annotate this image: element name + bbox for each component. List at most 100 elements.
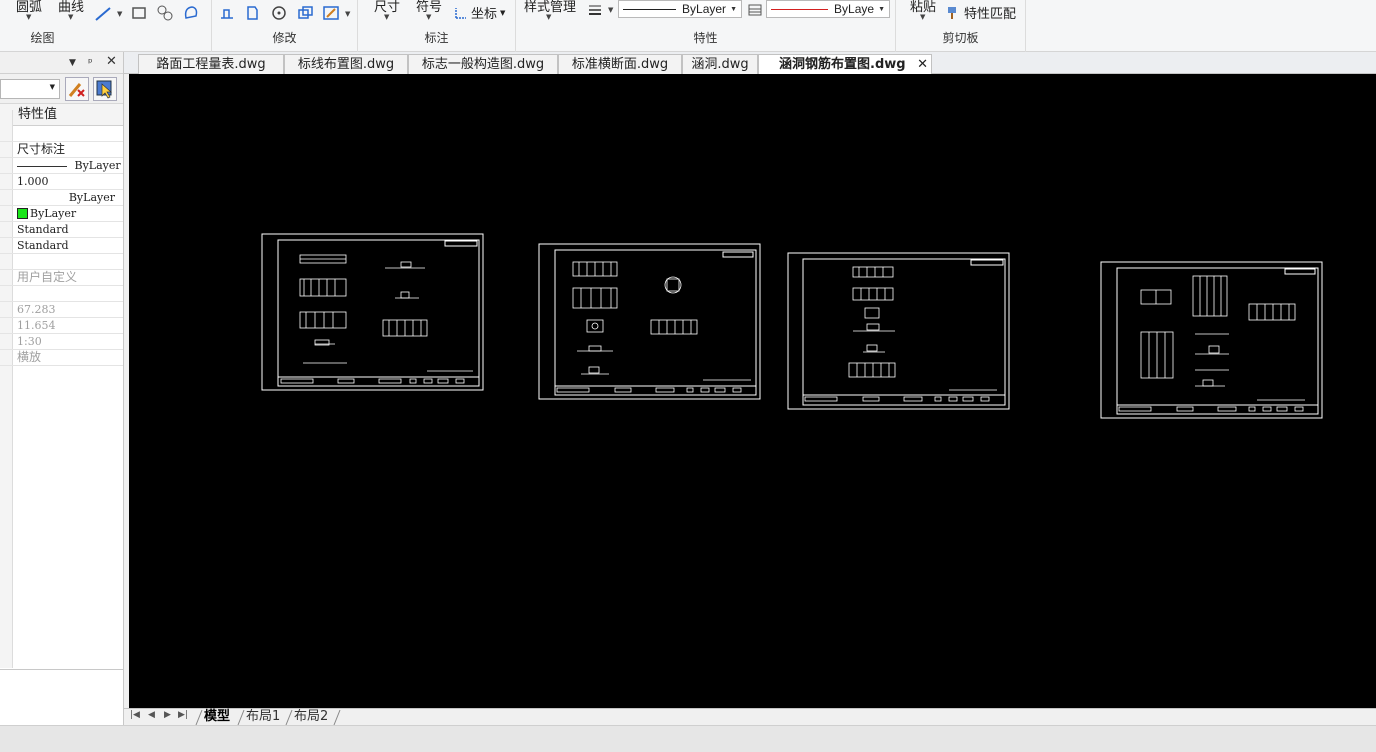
trim-icon[interactable] [218, 4, 236, 22]
rotate-icon[interactable] [270, 4, 288, 22]
property-row[interactable]: 横放 [0, 350, 123, 366]
chevron-down-icon[interactable]: ▼ [920, 13, 925, 21]
chevron-down-icon: ▼ [878, 5, 885, 13]
chevron-down-icon[interactable]: ▼ [117, 10, 122, 18]
properties-group: 样式管理 ▼ ▼ ByLayer ▼ ByLaye ▼ 特性 [516, 0, 896, 52]
palette-bottom-divider [0, 669, 123, 670]
pin-icon[interactable]: ᵖ [88, 56, 93, 69]
property-row[interactable]: ByLayer [0, 158, 123, 174]
doc-tab-active[interactable]: 涵洞钢筋布置图.dwg ✕ [758, 54, 932, 75]
property-row[interactable]: 11.654 [0, 318, 123, 334]
coordinate-button[interactable]: 坐标 ▼ [454, 3, 505, 22]
match-properties-button[interactable]: 特性匹配 [946, 3, 1016, 22]
layout-tab-bar: |◀ ◀ ▶ ▶| 模型 布局1 布局2 [124, 708, 1376, 726]
doc-tab[interactable]: 涵洞.dwg [682, 54, 758, 74]
first-tab-icon[interactable]: |◀ [130, 710, 140, 720]
clipboard-group: 粘贴 ▼ 特性匹配 剪切板 [896, 0, 1026, 52]
property-row[interactable]: Standard [0, 238, 123, 254]
coordinate-icon [455, 7, 466, 19]
property-list: 尺寸标注 ByLayer 1.000 ByLayer ByLayer Stand… [0, 126, 123, 366]
color-value: ByLaye [834, 2, 875, 16]
annotate-group-label: 标注 [424, 31, 449, 45]
chevron-down-icon[interactable]: ▼ [345, 10, 350, 18]
drawing-sheet [261, 233, 484, 391]
drawing-sheet [787, 252, 1010, 410]
chevron-down-icon[interactable]: ▼ [384, 13, 389, 21]
edit-icon[interactable] [322, 4, 340, 22]
linetype-preview [623, 8, 677, 10]
properties-palette: ▼ ᵖ ✕ ▼ 特性值 尺寸标注 ByLayer 1.000 ByLayer B… [0, 52, 124, 728]
palette-title-bar: ▼ ᵖ ✕ [0, 52, 123, 74]
clipboard-group-label: 剪切板 [942, 31, 979, 45]
lineweight-icon[interactable] [586, 1, 604, 19]
color-combo[interactable]: ByLaye ▼ [766, 0, 890, 18]
chevron-down-icon: ▼ [500, 8, 506, 17]
chevron-down-icon[interactable]: ▼ [68, 13, 73, 21]
chevron-down-icon[interactable]: ▼ [608, 6, 613, 14]
properties-group-label: 特性 [693, 31, 718, 45]
property-row-value: ByLayer [68, 191, 115, 204]
color-line-preview [771, 8, 829, 10]
chevron-down-icon[interactable]: ▼ [426, 13, 431, 21]
ribbon: 圆弧 ▼ 曲线 ▼ ▼ 绘图 ▼ 修改 尺寸 ▼ 符号 ▼ 坐标 ▼ 标注 样式… [0, 0, 1376, 52]
property-row[interactable] [0, 254, 123, 270]
modify-group-label: 修改 [272, 31, 297, 45]
doc-tab[interactable]: 标准横断面.dwg [558, 54, 682, 74]
modify-group: ▼ 修改 [212, 0, 358, 52]
property-row[interactable]: ByLayer [0, 190, 123, 206]
pencil-x-icon [68, 83, 85, 97]
rectangle-icon[interactable] [130, 4, 148, 22]
property-row[interactable]: 用户自定义 [0, 270, 123, 286]
property-row[interactable]: 67.283 [0, 302, 123, 318]
doc-tab-label: 涵洞钢筋布置图.dwg [779, 57, 906, 72]
property-row[interactable]: 尺寸标注 [0, 142, 123, 158]
palette-toolbar: ▼ [0, 74, 123, 104]
draw-group: 圆弧 ▼ 曲线 ▼ ▼ 绘图 [0, 0, 212, 52]
chevron-down-icon[interactable]: ▼ [26, 13, 31, 21]
property-row[interactable]: Standard [0, 222, 123, 238]
last-tab-icon[interactable]: ▶| [178, 710, 188, 720]
tab-separators [195, 709, 341, 726]
drawing-sheet [538, 243, 761, 400]
chevron-down-icon: ▼ [730, 5, 737, 13]
match-properties-label: 特性匹配 [964, 7, 1017, 22]
status-bar [0, 725, 1376, 752]
line-icon[interactable] [94, 4, 112, 22]
chevron-down-icon[interactable]: ▼ [546, 13, 551, 21]
brush-icon [948, 7, 956, 19]
prev-tab-icon[interactable]: ◀ [148, 710, 155, 720]
region-icon[interactable] [182, 4, 200, 22]
offset-icon[interactable] [243, 4, 261, 22]
copy-icon[interactable] [296, 4, 314, 22]
next-tab-icon[interactable]: ▶ [164, 710, 171, 720]
property-row-value: ByLayer [74, 159, 121, 172]
toggle-pickadd-button[interactable] [65, 77, 89, 101]
object-type-select[interactable]: ▼ [0, 79, 60, 99]
annotate-group: 尺寸 ▼ 符号 ▼ 坐标 ▼ 标注 [358, 0, 516, 52]
layer-icon[interactable] [746, 1, 764, 19]
linetype-value: ByLayer [682, 2, 727, 16]
select-objects-button[interactable] [93, 77, 117, 101]
close-icon[interactable]: ✕ [106, 54, 117, 69]
drawing-sheet [1100, 261, 1323, 419]
drawing-canvas[interactable] [129, 74, 1376, 708]
doc-tab[interactable]: 路面工程量表.dwg [138, 54, 284, 74]
model-space [261, 233, 1323, 419]
draw-group-label: 绘图 [30, 31, 55, 45]
property-value-header: 特性值 [0, 104, 123, 126]
property-row[interactable] [0, 286, 123, 302]
palette-menu-icon[interactable]: ▼ [69, 58, 76, 68]
hatch-icon[interactable] [156, 4, 174, 22]
document-tab-bar: 路面工程量表.dwg 标线布置图.dwg 标志一般构造图.dwg 标准横断面.d… [124, 52, 1376, 75]
close-icon[interactable]: ✕ [917, 55, 928, 74]
property-row[interactable]: 1:30 [0, 334, 123, 350]
coordinate-label: 坐标 [471, 7, 498, 22]
doc-tab[interactable]: 标志一般构造图.dwg [408, 54, 558, 74]
doc-tab[interactable]: 标线布置图.dwg [284, 54, 408, 74]
linetype-combo[interactable]: ByLayer ▼ [618, 0, 742, 18]
property-row[interactable]: 1.000 [0, 174, 123, 190]
select-cursor-icon [96, 80, 112, 99]
property-row[interactable]: ByLayer [0, 206, 123, 222]
property-row[interactable] [0, 126, 123, 142]
property-value-header-label: 特性值 [18, 107, 58, 122]
